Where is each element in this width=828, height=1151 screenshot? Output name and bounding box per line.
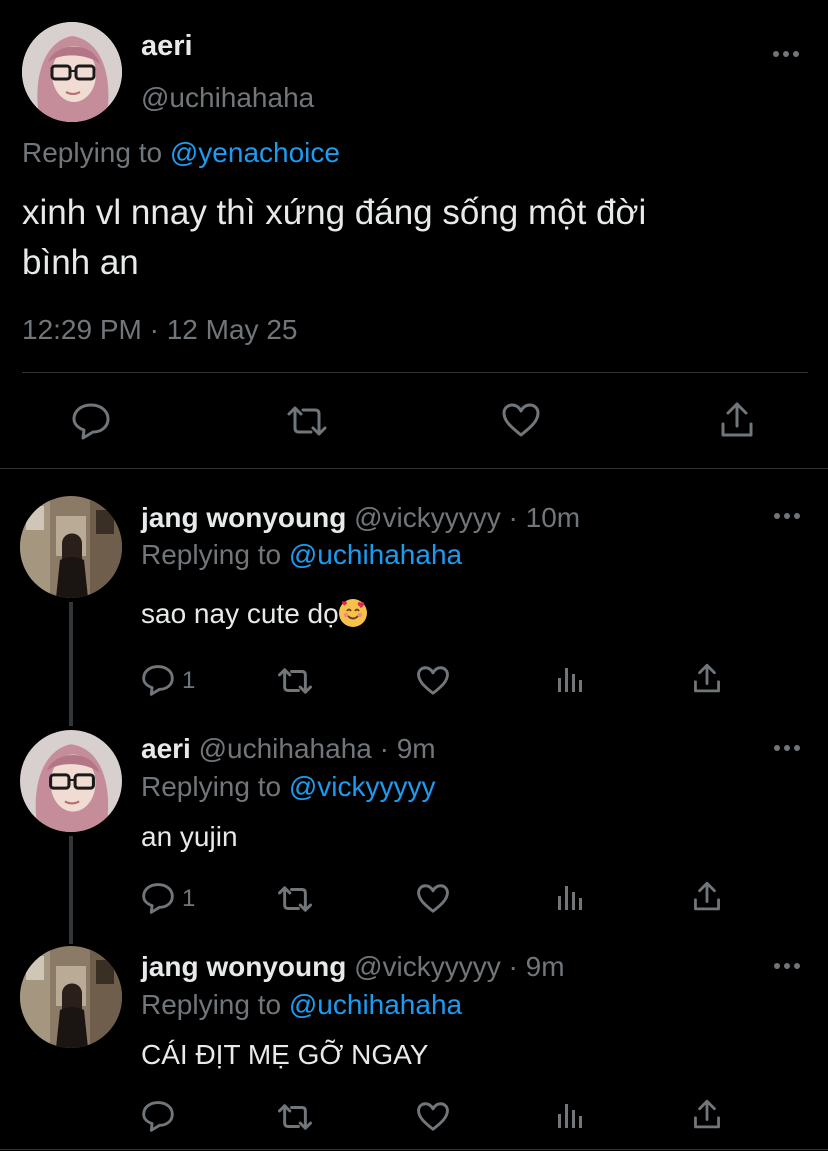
replying-label: Replying to: [141, 771, 282, 802]
divider: [22, 372, 808, 373]
reply-header: jang wonyoung @vickyyyyy · 10m: [141, 502, 580, 534]
replying-to: Replying to @vickyyyyy: [141, 771, 436, 803]
reply-icon[interactable]: [71, 402, 111, 440]
author-name[interactable]: aeri: [141, 30, 193, 63]
avatar-pink-hair-glasses-icon: [20, 730, 122, 832]
author-name[interactable]: jang wonyoung: [141, 951, 346, 982]
reply-header: jang wonyoung @vickyyyyy · 9m: [141, 951, 565, 983]
replying-to-link[interactable]: @vickyyyyy: [289, 771, 436, 802]
avatar[interactable]: [20, 496, 122, 598]
like-icon[interactable]: [416, 665, 450, 696]
replying-to: Replying to @yenachoice: [22, 137, 340, 169]
retweet-icon[interactable]: [285, 404, 329, 438]
analytics-icon[interactable]: [556, 884, 586, 912]
tweet-text: xinh vl nnay thì xứng đáng sống một đời …: [22, 188, 812, 288]
avatar[interactable]: [20, 946, 122, 1048]
replying-to-link[interactable]: @yenachoice: [170, 137, 340, 168]
replying-label: Replying to: [141, 539, 282, 570]
divider: [0, 468, 828, 469]
replying-to-link[interactable]: @uchihahaha: [289, 989, 462, 1020]
retweet-icon[interactable]: [276, 666, 314, 696]
avatar-street-photo-icon: [20, 496, 122, 598]
reply-text-content: sao nay cute dọ: [141, 598, 339, 629]
like-icon[interactable]: [416, 1101, 450, 1132]
analytics-icon[interactable]: [556, 666, 586, 694]
like-icon[interactable]: [501, 402, 541, 438]
share-icon[interactable]: [692, 662, 722, 695]
smiling-face-with-hearts-icon: [338, 599, 367, 627]
tweet-text-line: bình an: [22, 243, 139, 282]
handle-time[interactable]: @uchihahaha · 9m: [199, 733, 436, 764]
timestamp[interactable]: 12:29 PM · 12 May 25: [22, 314, 297, 346]
reply-text: CÁI ĐỊT MẸ GỠ NGAY: [141, 1039, 429, 1070]
author-name[interactable]: jang wonyoung: [141, 502, 346, 533]
handle-time[interactable]: @vickyyyyy · 9m: [354, 951, 564, 982]
more-options-icon[interactable]: [772, 50, 800, 58]
author-handle[interactable]: @uchihahaha: [141, 82, 314, 114]
share-icon[interactable]: [719, 400, 755, 440]
avatar[interactable]: [20, 730, 122, 832]
more-options-icon[interactable]: [773, 744, 801, 752]
replying-to: Replying to @uchihahaha: [141, 539, 462, 571]
author-name[interactable]: aeri: [141, 733, 191, 764]
share-icon[interactable]: [692, 1098, 722, 1131]
reply-header: aeri @uchihahaha · 9m: [141, 733, 436, 765]
reply-count: 1: [182, 667, 196, 694]
reply-icon[interactable]: [141, 1100, 175, 1132]
tweet-text-line: xinh vl nnay thì xứng đáng sống một đời: [22, 193, 647, 232]
like-icon[interactable]: [416, 883, 450, 914]
retweet-icon[interactable]: [276, 884, 314, 914]
more-options-icon[interactable]: [773, 512, 801, 520]
reply-icon[interactable]: [141, 664, 175, 696]
reply-text: an yujin: [141, 821, 238, 852]
replying-label: Replying to: [141, 989, 282, 1020]
avatar[interactable]: [22, 22, 122, 122]
reply-count: 1: [182, 885, 196, 912]
replying-to: Replying to @uchihahaha: [141, 989, 462, 1021]
replying-to-link[interactable]: @uchihahaha: [289, 539, 462, 570]
avatar-street-photo-icon: [20, 946, 122, 1048]
replying-label: Replying to: [22, 137, 163, 168]
avatar-pink-hair-glasses-icon: [22, 22, 122, 122]
thread-line: [69, 602, 73, 726]
reply-text: sao nay cute dọ: [141, 598, 367, 630]
share-icon[interactable]: [692, 880, 722, 913]
divider: [0, 1149, 828, 1150]
reply-icon[interactable]: [141, 882, 175, 914]
more-options-icon[interactable]: [773, 962, 801, 970]
retweet-icon[interactable]: [276, 1102, 314, 1132]
thread-line: [69, 836, 73, 944]
analytics-icon[interactable]: [556, 1102, 586, 1130]
handle-time[interactable]: @vickyyyyy · 10m: [354, 502, 580, 533]
